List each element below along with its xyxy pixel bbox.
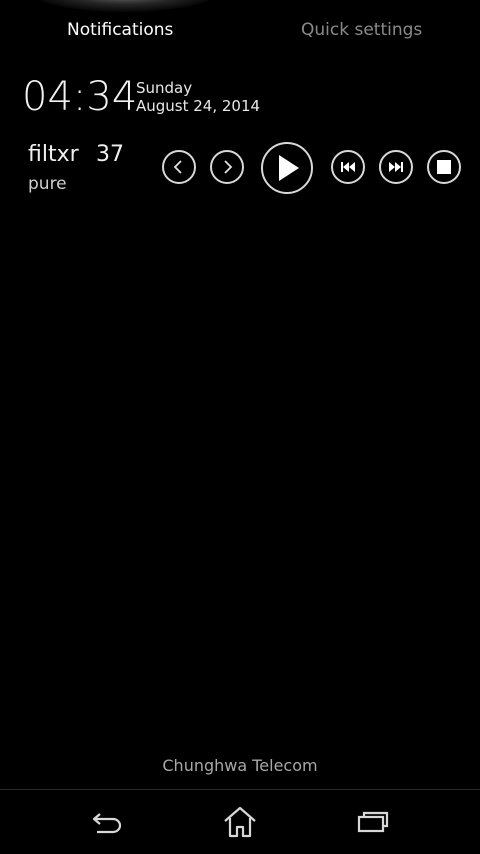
stop-icon — [437, 160, 451, 174]
tab-notifications[interactable]: Notifications — [67, 20, 173, 40]
home-button[interactable] — [220, 804, 260, 840]
media-title: filtxr — [28, 142, 79, 167]
chevron-left-icon — [173, 160, 182, 174]
skip-forward-button[interactable] — [379, 150, 413, 184]
navigation-bar — [0, 789, 480, 854]
media-number: 37 — [96, 142, 124, 167]
tab-indicator-glow — [30, 0, 220, 12]
play-icon — [279, 155, 299, 181]
stop-button[interactable] — [427, 150, 461, 184]
clock-day: Sunday — [136, 79, 193, 97]
back-icon — [92, 813, 122, 834]
tab-bar: Notifications Quick settings — [0, 20, 480, 48]
chevron-right-button[interactable] — [210, 150, 244, 184]
carrier-label: Chunghwa Telecom — [162, 756, 318, 775]
recent-apps-button[interactable] — [353, 804, 393, 840]
play-button[interactable] — [261, 142, 313, 194]
clock-time: 04:34 — [22, 74, 138, 120]
tab-quick-settings[interactable]: Quick settings — [301, 20, 422, 40]
skip-back-icon — [341, 162, 355, 172]
back-button[interactable] — [88, 804, 128, 840]
home-icon — [224, 806, 256, 838]
skip-back-button[interactable] — [331, 150, 365, 184]
skip-forward-icon — [389, 162, 403, 172]
media-subtitle: pure — [28, 174, 67, 194]
notification-shade: Notifications Quick settings 04:34 Sunda… — [0, 0, 480, 854]
recent-apps-icon — [357, 811, 389, 833]
clock-date: August 24, 2014 — [136, 97, 261, 115]
chevron-left-button[interactable] — [162, 150, 196, 184]
chevron-right-icon — [224, 160, 233, 174]
